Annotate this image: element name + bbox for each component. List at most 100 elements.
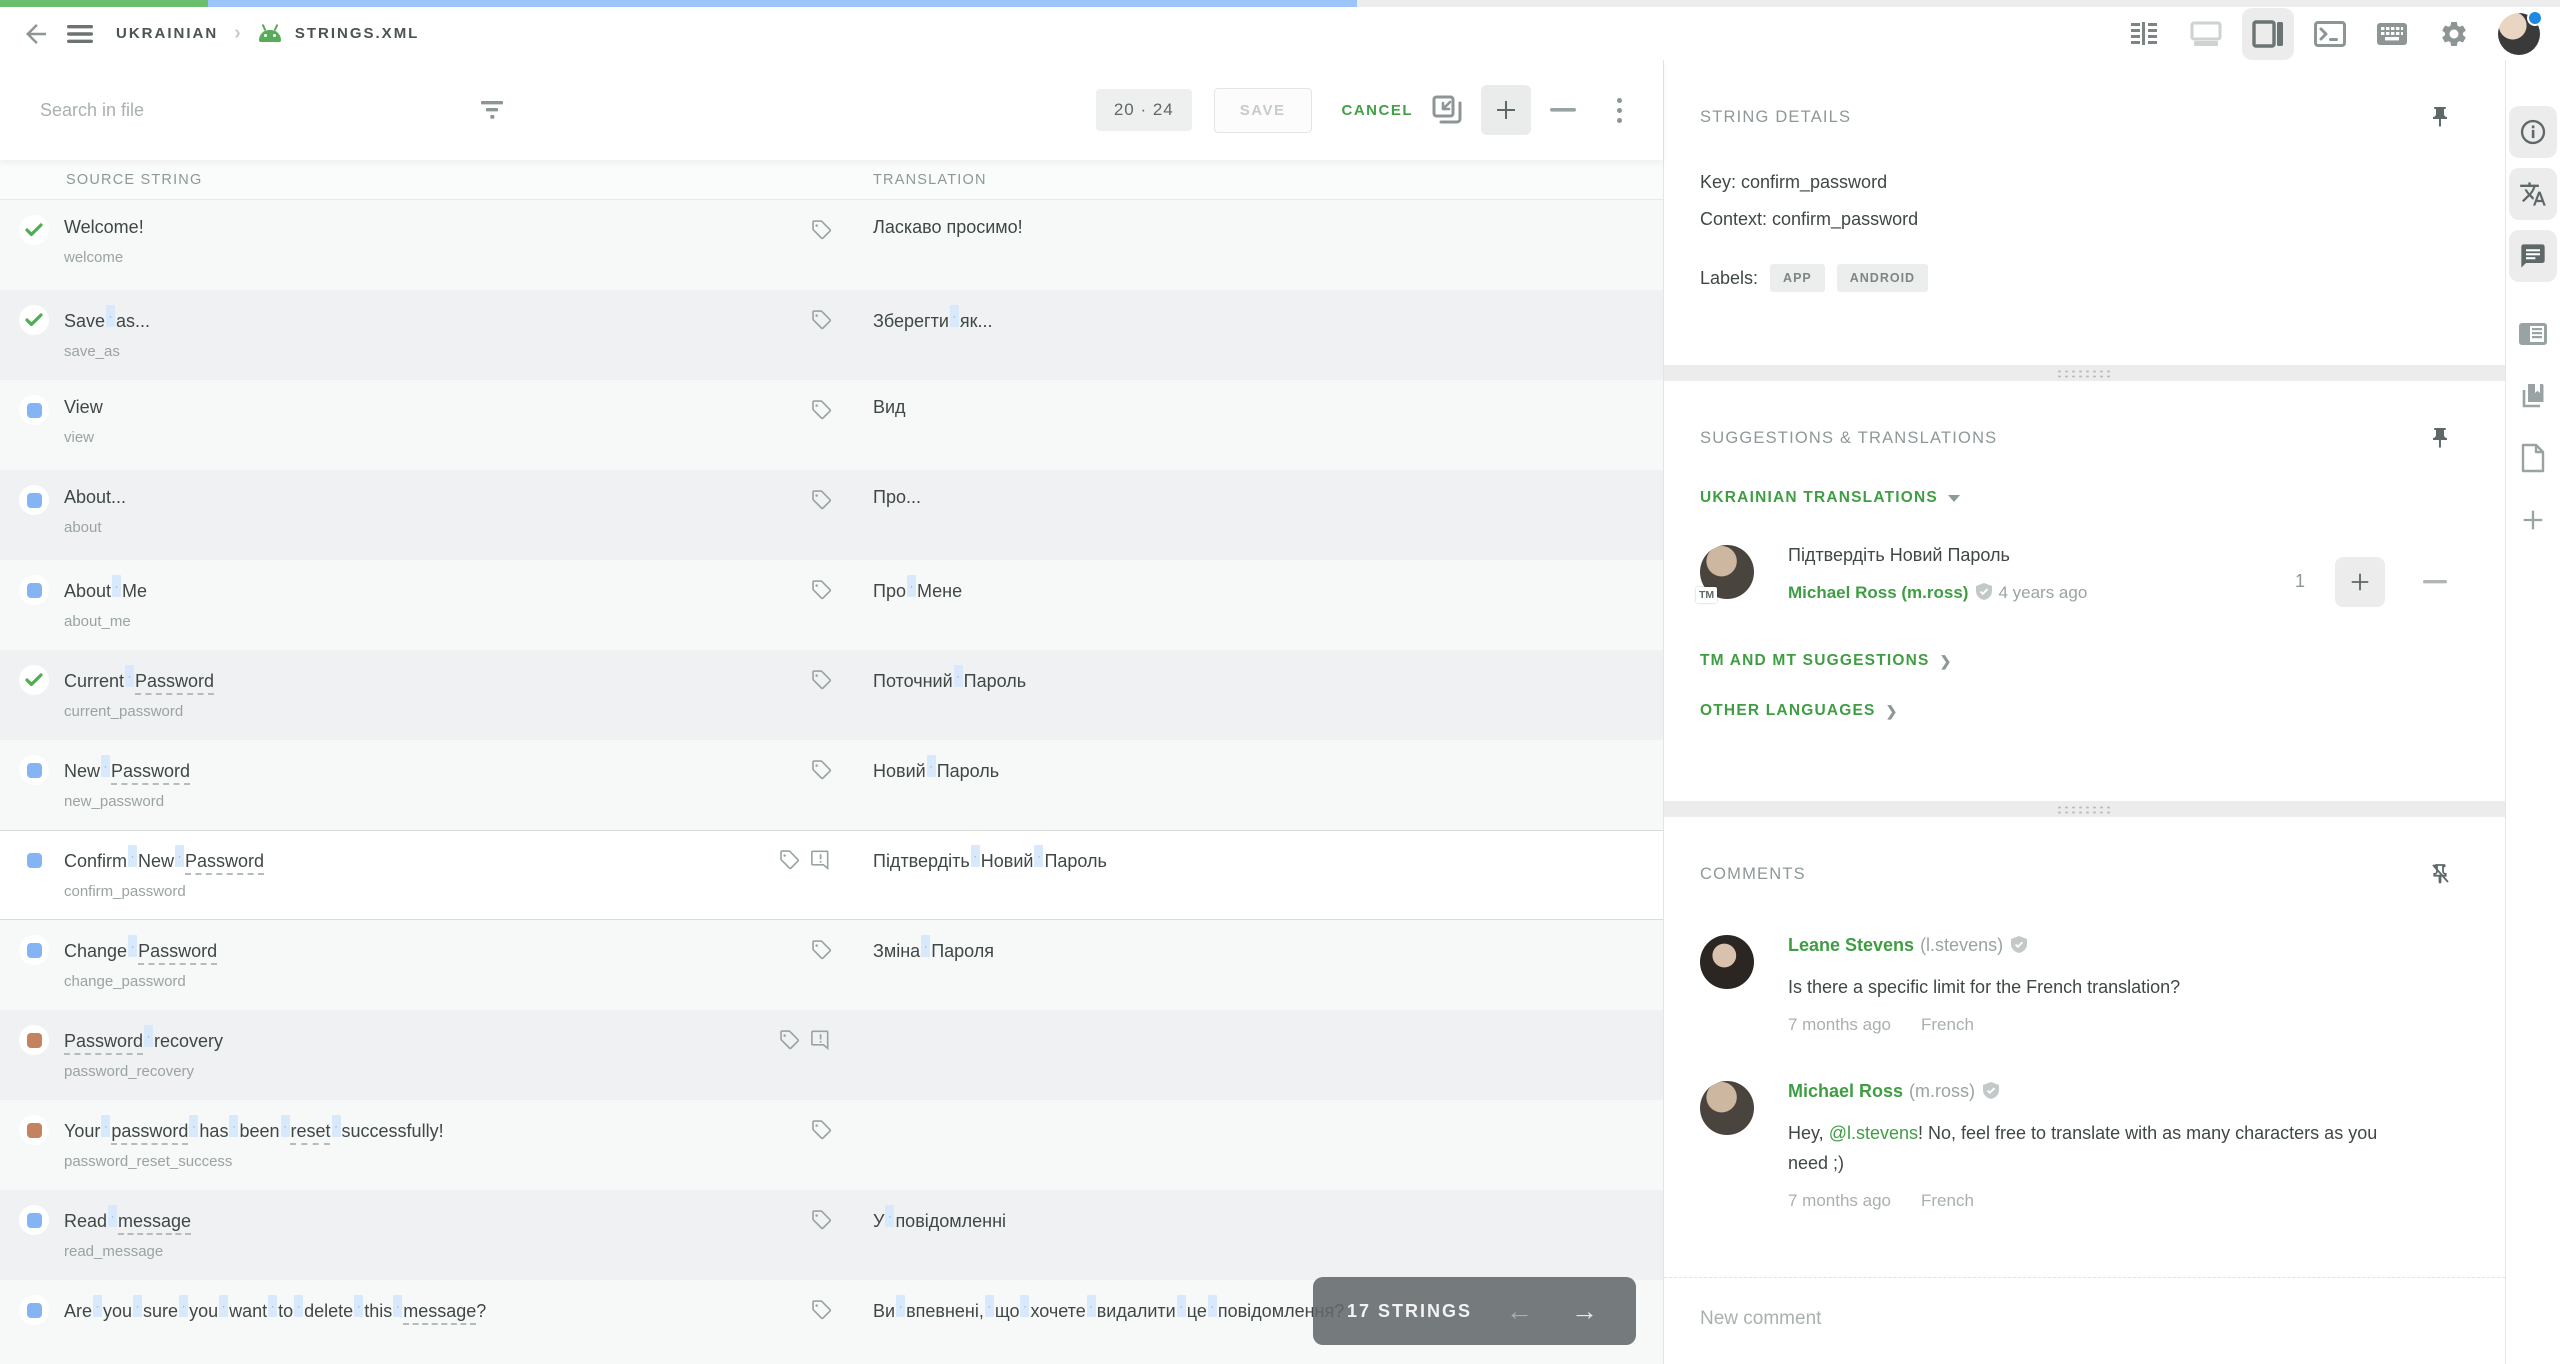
row-indicators (756, 1115, 850, 1190)
source-string-text: Password·recovery (64, 1025, 756, 1053)
remove-string-button[interactable] (1541, 88, 1585, 132)
verified-shield-icon (2011, 936, 2027, 958)
rail-translation-memory-button[interactable] (2509, 370, 2557, 422)
add-string-button[interactable] (1481, 85, 1531, 135)
whitespace-marker: · (179, 1295, 188, 1317)
comment-item: Leane Stevens(l.stevens)Is there a speci… (1700, 935, 2455, 1035)
strings-table: Welcome!welcomeЛаскаво просимо!Save·as..… (0, 200, 1663, 1364)
rail-suggestions-button[interactable] (2509, 168, 2557, 220)
resizer-grip-icon (2056, 369, 2114, 378)
new-comment-box (1664, 1277, 2505, 1364)
new-comment-input[interactable] (1664, 1278, 2505, 1364)
settings-button[interactable] (2428, 8, 2480, 60)
suggestion-author-link[interactable]: Michael Ross (m.ross) (1788, 583, 1968, 602)
tag-icon (809, 578, 832, 601)
string-row[interactable]: About·Meabout_meПро·Мене (0, 560, 1663, 650)
menu-button[interactable] (58, 12, 102, 56)
status-translated-icon (27, 493, 42, 508)
suggestions-title: SUGGESTIONS & TRANSLATIONS (1700, 429, 1997, 448)
comment-indicator-icon (809, 1028, 832, 1051)
rail-terms-button[interactable] (2509, 308, 2557, 360)
file-progress-bar (0, 0, 2560, 7)
string-key-label: save_as (64, 343, 756, 360)
whitespace-marker: · (175, 845, 184, 867)
string-row[interactable]: Welcome!welcomeЛаскаво просимо! (0, 200, 1663, 290)
upvote-button[interactable] (2335, 557, 2385, 607)
tm-mt-suggestions-link[interactable]: TM AND MT SUGGESTIONS ❯ (1700, 652, 1953, 670)
side-by-side-view-button[interactable] (2118, 8, 2170, 60)
pin-string-details-button[interactable] (2425, 102, 2455, 132)
keyboard-shortcuts-button[interactable] (2366, 8, 2418, 60)
back-button[interactable] (14, 12, 58, 56)
string-row[interactable]: Password·recoverypassword_recovery (0, 1010, 1663, 1100)
suggestion-item[interactable]: TM Підтвердіть Новий Пароль Michael Ross… (1700, 545, 2455, 608)
suggestion-author-avatar: TM (1700, 545, 1754, 599)
previous-page-button[interactable]: ← (1502, 1298, 1537, 1325)
bottom-panel-view-button[interactable] (2180, 8, 2232, 60)
rail-file-context-button[interactable] (2509, 432, 2557, 484)
string-row[interactable]: Read·messageread_messageУ·повідомленні (0, 1190, 1663, 1280)
breadcrumb-language[interactable]: UKRAINIAN (116, 25, 218, 42)
search-input[interactable] (40, 100, 470, 121)
string-row[interactable]: Current·Passwordcurrent_passwordПоточний… (0, 650, 1663, 740)
string-context: Context: confirm_password (1700, 201, 2455, 238)
android-file-icon (257, 24, 283, 44)
string-key-label: view (64, 429, 756, 446)
string-row[interactable]: ViewviewВид (0, 380, 1663, 470)
comment-bubble-icon (2519, 242, 2547, 270)
whitespace-marker: · (354, 1295, 363, 1317)
unpin-comments-button[interactable] (2425, 859, 2455, 889)
copy-source-button[interactable] (1425, 88, 1469, 132)
user-avatar[interactable] (2498, 13, 2540, 55)
suggestion-time: 4 years ago (1998, 583, 2087, 602)
more-options-button[interactable] (1599, 88, 1639, 132)
comment-author-link[interactable]: Leane Stevens (1788, 935, 1914, 955)
tm-badge: TM (1696, 587, 1717, 603)
top-header: UKRAINIAN › STRINGS.XML (0, 7, 2560, 60)
progress-approved-segment (0, 0, 208, 7)
panel-resizer[interactable] (1664, 801, 2505, 817)
right-panel-view-button[interactable] (2242, 8, 2294, 60)
row-indicators (756, 215, 850, 290)
rail-comments-button[interactable] (2509, 230, 2557, 282)
comment-text: Hey, @l.stevens! No, feel free to transl… (1788, 1118, 2378, 1178)
row-indicators (756, 1295, 850, 1364)
string-row[interactable]: Change·Passwordchange_passwordЗміна·Паро… (0, 920, 1663, 1010)
console-button[interactable] (2304, 8, 2356, 60)
whitespace-marker: · (93, 1295, 102, 1317)
downvote-button[interactable] (2415, 562, 2455, 602)
source-string-text: New·Password (64, 755, 756, 783)
string-row[interactable]: New·Passwordnew_passwordНовий·Пароль (0, 740, 1663, 830)
string-row[interactable]: Save·as...save_asЗберегти·як... (0, 290, 1663, 380)
other-languages-link[interactable]: OTHER LANGUAGES ❯ (1700, 702, 1899, 720)
breadcrumb-file[interactable]: STRINGS.XML (295, 25, 420, 42)
hamburger-icon (66, 22, 94, 46)
info-icon (2519, 118, 2547, 146)
pin-suggestions-button[interactable] (2425, 423, 2455, 453)
rail-string-details-button[interactable] (2509, 106, 2557, 158)
source-string-text: Confirm·New·Password (64, 845, 756, 873)
comment-text: Is there a specific limit for the French… (1788, 972, 2378, 1002)
filter-button[interactable] (470, 88, 514, 132)
rail-add-panel-button[interactable] (2509, 494, 2557, 546)
approved-check-icon (25, 223, 43, 237)
comment-author-link[interactable]: Michael Ross (1788, 1081, 1903, 1101)
string-row[interactable]: Confirm·New·Passwordconfirm_passwordПідт… (0, 830, 1663, 920)
string-row[interactable]: Your·password·has·been·reset·successfull… (0, 1100, 1663, 1190)
panel-resizer[interactable] (1664, 365, 2505, 381)
comment-author-handle: (m.ross) (1909, 1081, 1975, 1101)
tag-icon (777, 1028, 800, 1051)
cancel-button[interactable]: CANCEL (1330, 89, 1426, 132)
approved-check-icon (25, 673, 43, 687)
comment-author-avatar (1700, 935, 1754, 989)
save-button[interactable]: SAVE (1214, 88, 1312, 133)
translation-text: Поточний·Пароль (873, 665, 1663, 693)
row-indicators (756, 755, 850, 830)
translations-group-dropdown[interactable]: UKRAINIAN TRANSLATIONS (1700, 489, 1960, 507)
mention-link[interactable]: @l.stevens (1829, 1123, 1918, 1143)
header-actions (2118, 8, 2546, 60)
terminal-icon (2314, 21, 2346, 47)
side-by-side-icon (2129, 20, 2159, 48)
string-row[interactable]: About...aboutПро... (0, 470, 1663, 560)
next-page-button[interactable]: → (1567, 1298, 1602, 1325)
